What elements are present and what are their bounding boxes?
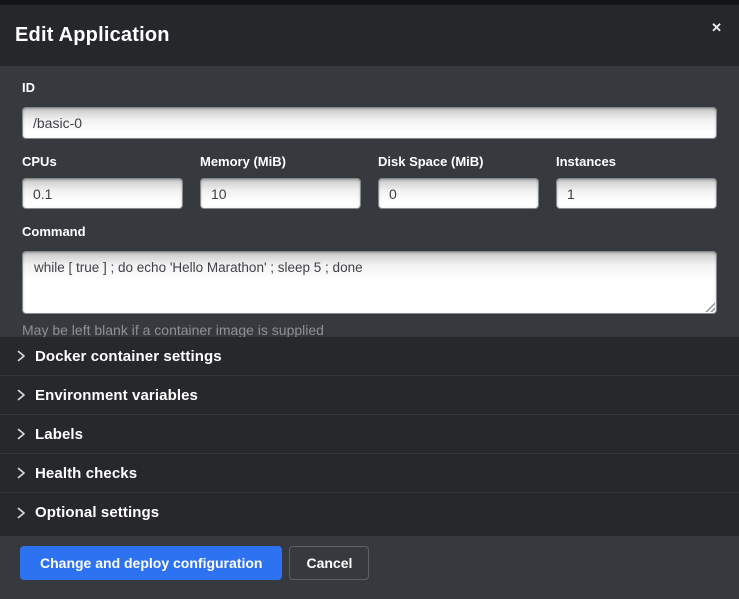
section-label: Health checks bbox=[35, 465, 137, 482]
section-label: Docker container settings bbox=[35, 348, 222, 365]
application-form: ID CPUs Memory (MiB) Disk Space (MiB) In… bbox=[0, 66, 739, 337]
cpus-field-group: CPUs bbox=[22, 155, 183, 209]
edit-application-modal: Edit Application ✕ ID CPUs Memory (MiB) … bbox=[0, 0, 739, 599]
collapsible-sections: Docker container settings Environment va… bbox=[0, 337, 739, 536]
modal-header: Edit Application ✕ bbox=[0, 5, 739, 66]
id-input[interactable] bbox=[22, 107, 717, 139]
disk-space-label: Disk Space (MiB) bbox=[378, 155, 539, 169]
chevron-right-icon bbox=[16, 350, 26, 362]
command-textarea[interactable]: while [ true ] ; do echo 'Hello Marathon… bbox=[22, 251, 717, 314]
section-label: Optional settings bbox=[35, 504, 159, 521]
resource-fields-row: CPUs Memory (MiB) Disk Space (MiB) Insta… bbox=[22, 155, 717, 209]
section-label: Labels bbox=[35, 426, 83, 443]
modal-title: Edit Application bbox=[15, 24, 170, 47]
id-field-group: ID bbox=[22, 81, 717, 139]
command-help-text: May be left blank if a container image i… bbox=[22, 321, 717, 337]
chevron-right-icon bbox=[16, 507, 26, 519]
instances-input[interactable] bbox=[556, 178, 717, 209]
disk-space-field-group: Disk Space (MiB) bbox=[378, 155, 539, 209]
chevron-right-icon bbox=[16, 389, 26, 401]
chevron-right-icon bbox=[16, 428, 26, 440]
memory-field-group: Memory (MiB) bbox=[200, 155, 361, 209]
section-label: Environment variables bbox=[35, 387, 198, 404]
command-field-group: Command while [ true ] ; do echo 'Hello … bbox=[22, 225, 717, 337]
section-labels[interactable]: Labels bbox=[0, 415, 739, 454]
section-environment-variables[interactable]: Environment variables bbox=[0, 376, 739, 415]
cpus-label: CPUs bbox=[22, 155, 183, 169]
change-and-deploy-button[interactable]: Change and deploy configuration bbox=[20, 546, 282, 580]
memory-label: Memory (MiB) bbox=[200, 155, 361, 169]
id-label: ID bbox=[22, 81, 717, 95]
modal-footer: Change and deploy configuration Cancel bbox=[0, 536, 739, 599]
instances-label: Instances bbox=[556, 155, 717, 169]
memory-input[interactable] bbox=[200, 178, 361, 209]
command-label: Command bbox=[22, 225, 717, 239]
section-optional-settings[interactable]: Optional settings bbox=[0, 493, 739, 532]
disk-space-input[interactable] bbox=[378, 178, 539, 209]
chevron-right-icon bbox=[16, 467, 26, 479]
section-docker-container-settings[interactable]: Docker container settings bbox=[0, 337, 739, 376]
cpus-input[interactable] bbox=[22, 178, 183, 209]
instances-field-group: Instances bbox=[556, 155, 717, 209]
close-icon[interactable]: ✕ bbox=[708, 18, 725, 37]
cancel-button[interactable]: Cancel bbox=[289, 546, 369, 580]
section-health-checks[interactable]: Health checks bbox=[0, 454, 739, 493]
